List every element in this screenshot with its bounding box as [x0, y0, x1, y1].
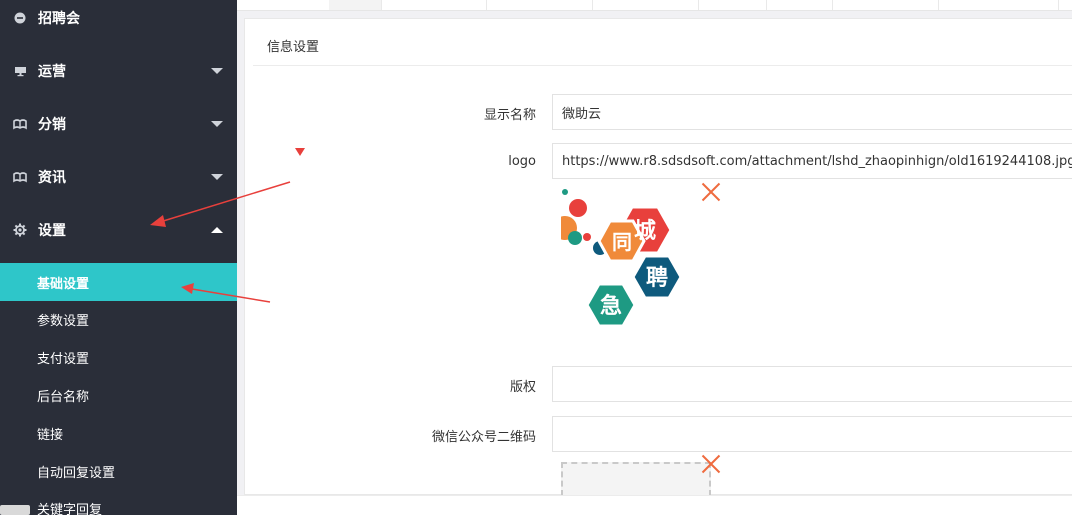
panel-title: 信息设置	[267, 40, 320, 55]
tab[interactable]	[833, 0, 939, 10]
book-icon	[12, 116, 28, 132]
sidebar-item-job-fair[interactable]: 招聘会	[0, 0, 237, 44]
sidebar-item-operations[interactable]: 运营	[0, 44, 237, 97]
sidebar-subitem-label: 链接	[37, 427, 64, 443]
sidebar-subitem-label: 自动回复设置	[37, 465, 116, 481]
sidebar-item-label: 设置	[38, 222, 66, 239]
sidebar-subitem-basic-settings[interactable]: 基础设置	[0, 263, 237, 301]
sidebar-subitem-keyword-reply[interactable]: 关键字回复	[0, 489, 237, 515]
logo-char-city: 城	[634, 218, 656, 244]
sidebar-item-label: 资讯	[38, 169, 66, 186]
logo-url-input[interactable]	[552, 143, 1072, 179]
sidebar-subitem-label: 支付设置	[37, 351, 90, 367]
chevron-down-icon	[211, 67, 223, 74]
display-name-input[interactable]	[552, 94, 1072, 130]
book-icon	[12, 169, 28, 185]
sidebar-item-label: 招聘会	[38, 10, 80, 27]
tab[interactable]	[593, 0, 699, 10]
sidebar-subitem-label: 基础设置	[37, 276, 90, 292]
sidebar-item-news[interactable]: 资讯	[0, 150, 237, 203]
sidebar-subitem-auto-reply[interactable]: 自动回复设置	[0, 452, 237, 490]
tab[interactable]	[329, 0, 382, 10]
tab[interactable]	[939, 0, 1059, 10]
sidebar-subitem-label: 关键字回复	[37, 502, 103, 515]
display-name-label: 显示名称	[483, 108, 536, 123]
chevron-down-icon	[211, 120, 223, 127]
sidebar-item-label: 运营	[38, 63, 66, 80]
wechat-qr-input[interactable]	[552, 416, 1072, 452]
gear-icon	[12, 222, 28, 238]
sidebar-subitem-backend-name[interactable]: 后台名称	[0, 376, 237, 414]
tab[interactable]	[699, 0, 767, 10]
sidebar: 招聘会 运营 分销 资讯 设置 基础设置 参数设置 支付设置 后台名称 链接 自…	[0, 0, 237, 515]
sidebar-item-distribution[interactable]: 分销	[0, 97, 237, 150]
sidebar-subitem-payment-settings[interactable]: 支付设置	[0, 338, 237, 376]
sidebar-subitem-label: 后台名称	[37, 389, 90, 405]
remove-logo-icon[interactable]	[701, 182, 721, 202]
footer-strip	[237, 495, 1072, 515]
sidebar-subitem-links[interactable]: 链接	[0, 414, 237, 452]
chevron-down-icon	[211, 173, 223, 180]
sidebar-subitem-label: 参数设置	[37, 313, 90, 329]
sidebar-item-settings[interactable]: 设置	[0, 203, 237, 256]
chevron-up-icon	[211, 226, 223, 233]
logo-char-urgent: 急	[600, 293, 622, 319]
logo-char-same: 同	[612, 230, 632, 254]
tab[interactable]	[487, 0, 593, 10]
info-settings-panel: 信息设置 显示名称 logo 城 同 聘 急 版权 微信公众号二维码	[244, 18, 1072, 496]
tab[interactable]	[382, 0, 487, 10]
logo-char-hire: 聘	[646, 266, 668, 291]
copyright-input[interactable]	[552, 366, 1072, 402]
logo-preview-image: 城 同 聘 急	[553, 186, 711, 336]
sidebar-subitem-parameter-settings[interactable]: 参数设置	[0, 300, 237, 338]
tab-strip	[237, 0, 1072, 11]
remove-qr-icon[interactable]	[701, 454, 721, 474]
logo-label: logo	[508, 154, 536, 169]
monitor-icon	[12, 63, 28, 79]
sidebar-item-label: 分销	[38, 116, 66, 133]
qr-upload-box[interactable]	[561, 462, 711, 496]
tab[interactable]	[767, 0, 833, 10]
divider	[253, 65, 1072, 66]
copyright-label: 版权	[509, 380, 536, 395]
wechat-qr-label: 微信公众号二维码	[431, 430, 536, 445]
circle-icon	[12, 10, 28, 26]
scroll-thumb[interactable]	[0, 505, 30, 515]
